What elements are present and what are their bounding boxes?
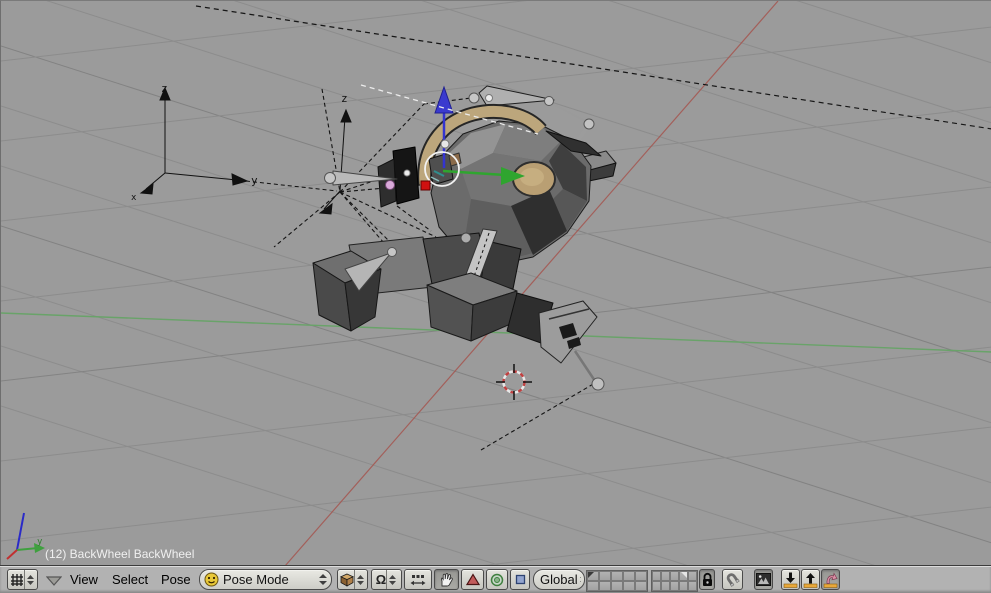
copy-pose-button[interactable] [781,569,800,590]
spinner[interactable] [24,570,35,589]
scale-manipulator-button[interactable] [510,569,530,590]
knee-ball [461,233,471,243]
lock-button[interactable] [699,569,715,590]
layer-button[interactable] [635,571,647,581]
render-preview-button[interactable] [754,569,773,590]
layer-button[interactable] [679,581,688,591]
orientation-dropdown-value: Global [540,572,578,587]
draw-type-button[interactable] [337,569,368,590]
menu-select[interactable]: Select [112,566,148,593]
axis-tripod-main: z y x [131,82,337,203]
mini-axis-label-y: y [37,537,43,547]
snap-button[interactable] [722,569,743,590]
layer-button[interactable] [635,581,647,591]
layer-button[interactable] [587,581,599,591]
manipulator-hand-icon [439,572,454,588]
scale-manipulator-square-icon [514,573,527,586]
layer-button[interactable] [670,581,679,591]
translate-manipulator-triangle-icon [466,573,480,586]
menu-pose[interactable]: Pose [161,566,191,593]
layer-button[interactable] [688,581,697,591]
paste-pose-up-arrow-icon [803,571,818,588]
menu-view[interactable]: View [70,566,98,593]
layer-buttons-block-1 [586,570,648,592]
menu-collapse-triangle-icon[interactable] [46,576,62,586]
render-preview-image-icon [756,573,771,586]
3d-viewport[interactable]: z y x z [0,0,991,565]
axis-label-z: z [341,92,348,105]
spinner[interactable] [386,570,397,589]
manipulator-toggle-button[interactable] [434,569,459,590]
grid-3d-viewport-icon [10,573,24,587]
draw-type-solid-cube-icon [340,573,354,587]
layer-button[interactable] [661,581,670,591]
mini-view-axes: y [7,513,45,559]
layer-button[interactable] [652,581,661,591]
dropdown-arrows-icon [319,574,327,585]
layer-objects-mark [588,572,594,578]
mode-dropdown[interactable]: Pose Mode [199,569,332,590]
layer-button[interactable] [688,571,697,581]
move-object-centers-icon [410,573,426,587]
viewport-status-text: (12) BackWheel BackWheel [45,547,194,561]
orientation-dropdown[interactable]: Global [533,569,585,590]
pivot-dropdown[interactable]: Ω [371,569,402,590]
layer-button[interactable] [661,571,670,581]
layer-button[interactable] [652,571,661,581]
layer-button[interactable] [599,581,611,591]
layer-button[interactable] [670,571,679,581]
axis-label-z: z [161,82,168,95]
blender-window: { "viewport": { "status_text": "(12) Bac… [0,0,991,593]
rotate-manipulator-button[interactable] [486,569,508,590]
viewport-header: View Select Pose Pose Mode Ω [0,565,991,593]
magnet-snap-icon [725,572,740,587]
layer-button[interactable] [611,571,623,581]
translate-manipulator-button[interactable] [461,569,484,590]
layer-button[interactable] [623,581,635,591]
paste-flipped-pose-icon [823,571,838,588]
layer-button[interactable] [587,571,599,581]
rotate-manipulator-circle-icon [490,573,504,587]
layer-buttons-block-2 [651,570,698,592]
paste-pose-button[interactable] [801,569,820,590]
editor-type-button[interactable] [7,569,38,590]
axis-label-y: y [251,174,258,187]
paste-flipped-pose-button[interactable] [821,569,840,590]
viewport-scene: z y x z [1,1,991,566]
layer-objects-mark [681,572,687,578]
pose-mode-smiley-icon [204,572,219,587]
object-center-dot [421,181,430,190]
lock-icon [701,572,714,587]
layer-button[interactable] [679,571,688,581]
pivot-rotation-icon: Ω [376,573,386,586]
move-centers-button[interactable] [404,569,432,590]
axis-label-x: x [131,193,137,203]
layer-button[interactable] [623,571,635,581]
layer-button[interactable] [599,571,611,581]
copy-pose-down-arrow-icon [783,571,798,588]
layer-button[interactable] [611,581,623,591]
spinner[interactable] [354,570,365,589]
mode-dropdown-value: Pose Mode [223,572,289,587]
pink-joint-sphere [386,181,395,190]
